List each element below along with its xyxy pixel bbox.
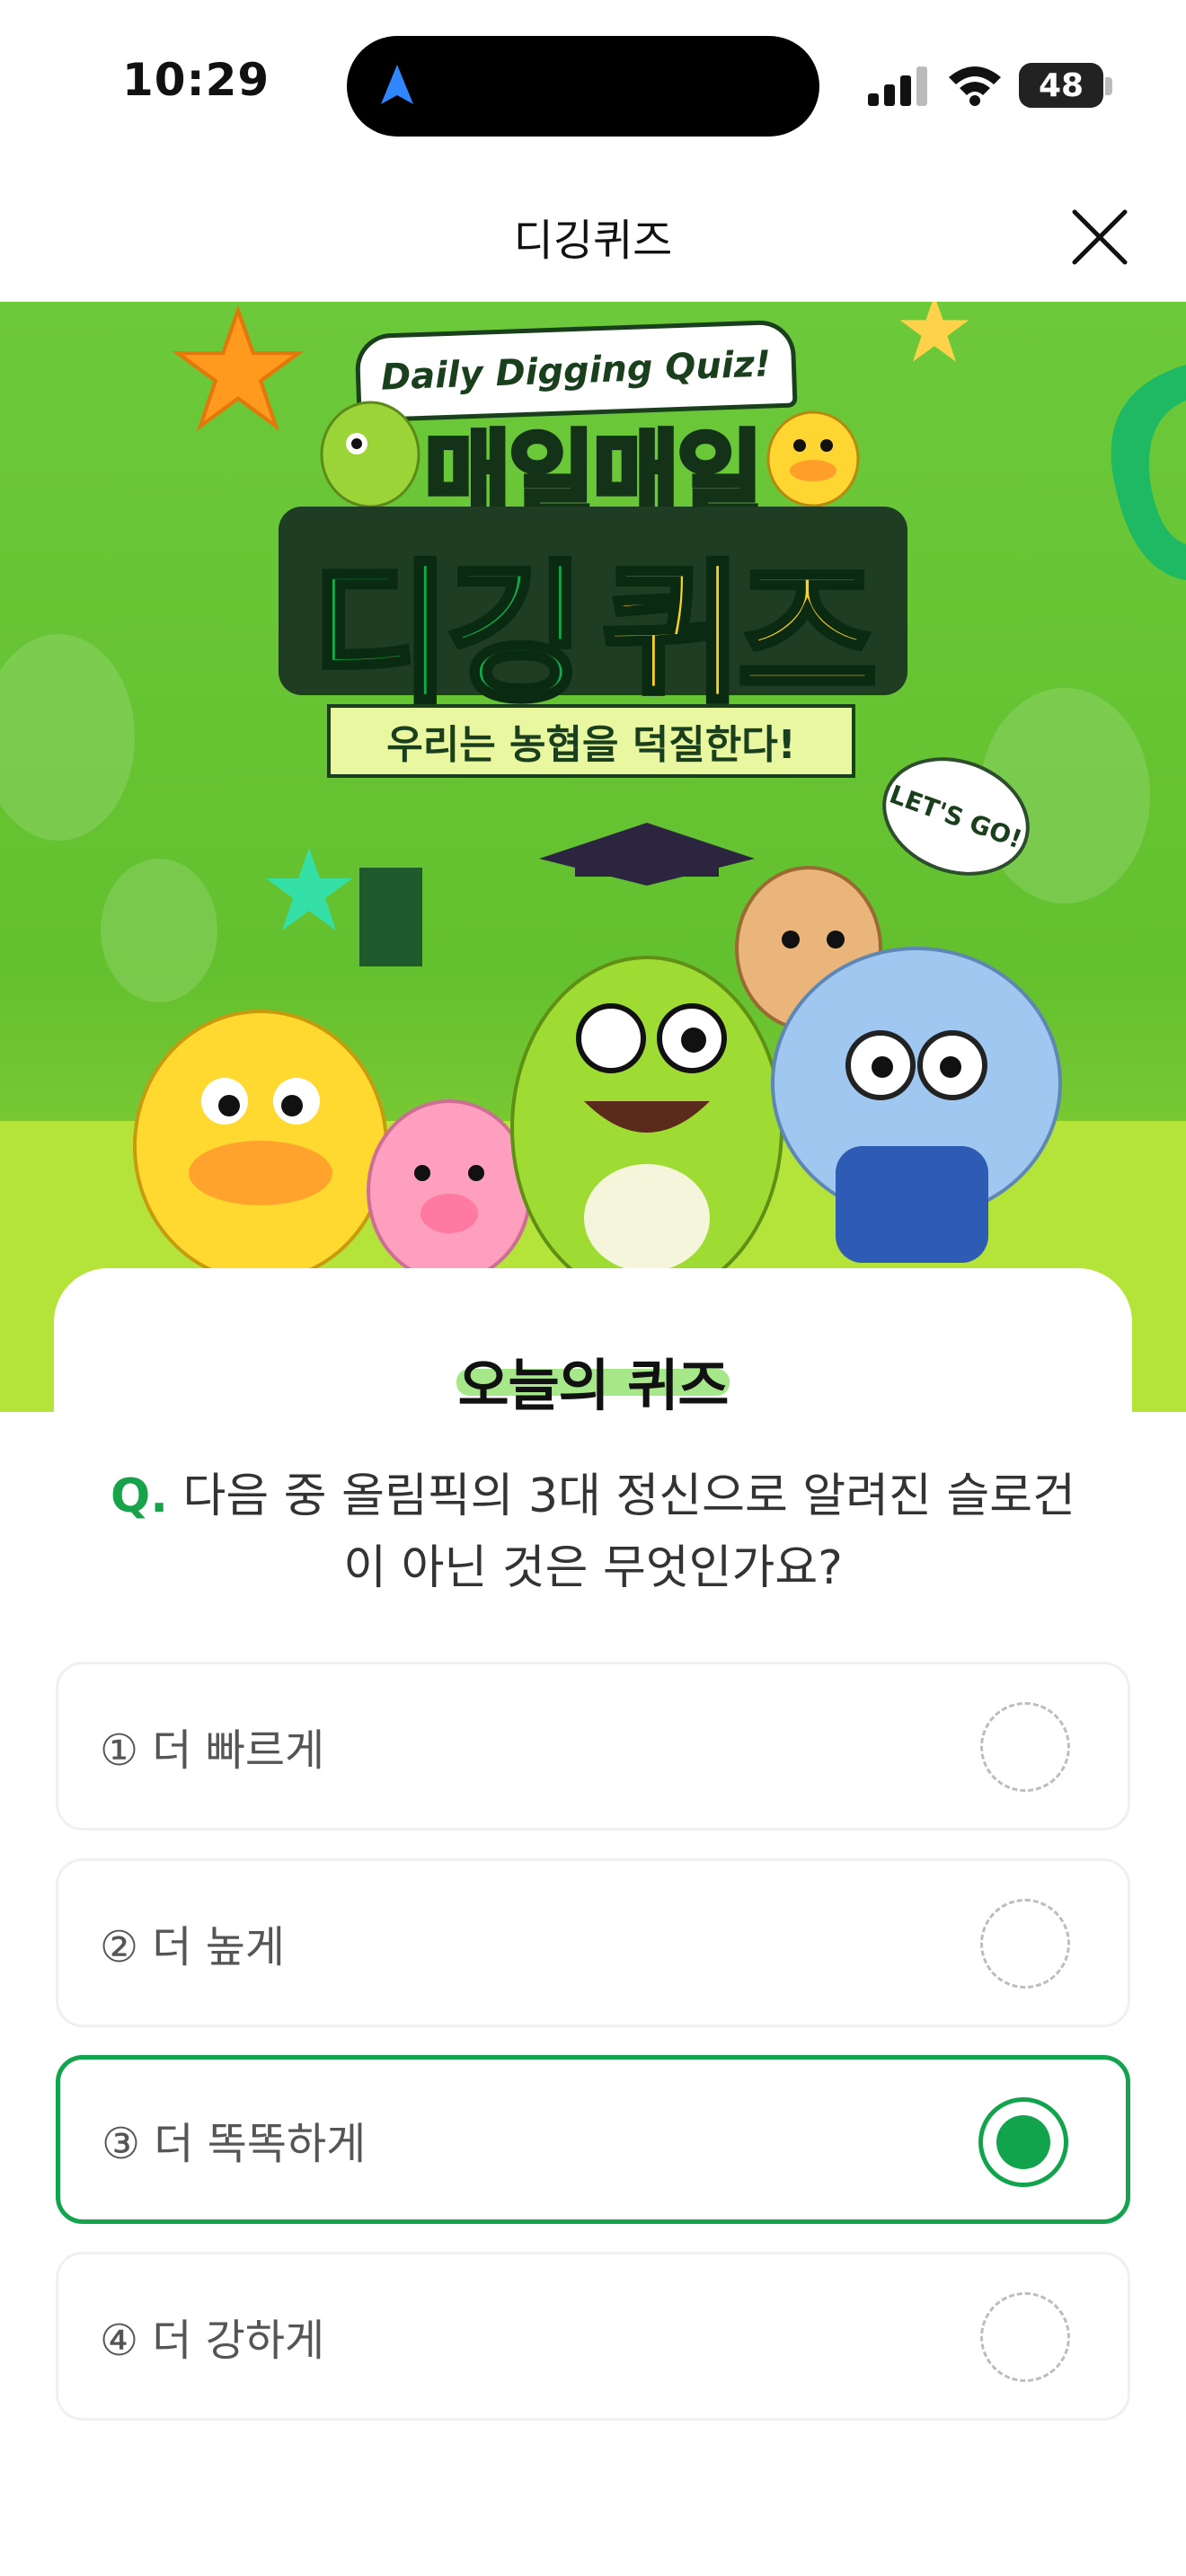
battery-level: 48	[1019, 63, 1103, 108]
banner-title-yellow: 퀴즈	[599, 543, 881, 727]
star-icon	[899, 302, 969, 362]
banner-subtitle: 우리는 농협을 덕질한다!	[327, 704, 855, 778]
radio-button-unchecked[interactable]	[980, 1702, 1070, 1792]
option-label: ② 더 높게	[100, 1922, 286, 1972]
mascot-characters	[133, 823, 1062, 1301]
quiz-banner: Daily Digging Quiz! 매일매일 디깅 퀴즈 우리는 농협을 덕…	[0, 302, 1186, 1412]
wifi-icon	[949, 66, 1001, 106]
quiz-option-1[interactable]: ① 더 빠르게	[56, 1662, 1130, 1831]
quiz-card-title: 오늘의 퀴즈	[457, 1353, 730, 1418]
star-icon	[172, 305, 305, 431]
banner-title-green: 디깅	[308, 543, 589, 727]
radio-button-unchecked[interactable]	[980, 1899, 1070, 1989]
ribbon-decoration	[1111, 365, 1186, 580]
option-label: ① 더 빠르게	[100, 1725, 325, 1776]
question-mark: Q.	[111, 1469, 169, 1523]
quiz-option-3[interactable]: ③ 더 똑똑하게	[56, 2055, 1130, 2224]
page-title: 디깅퀴즈	[513, 216, 673, 266]
page-header: 디깅퀴즈	[0, 171, 1186, 302]
navigation-arrow-icon	[381, 65, 413, 104]
radio-button-checked[interactable]	[978, 2097, 1068, 2187]
quiz-question: Q. 다음 중 올림픽의 3대 정신으로 알려진 슬로건이 아닌 것은 무엇인가…	[108, 1460, 1078, 1604]
option-label: ③ 더 똑똑하게	[102, 2119, 367, 2169]
battery-tip	[1105, 77, 1112, 95]
status-bar: 10:29 48	[0, 0, 1186, 171]
quiz-option-4[interactable]: ④ 더 강하게	[56, 2252, 1130, 2421]
banner-title-line2: 디깅 퀴즈	[279, 507, 907, 727]
option-label: ④ 더 강하게	[100, 2316, 325, 2366]
balloon-decoration	[0, 634, 135, 841]
dynamic-island	[347, 36, 819, 137]
quiz-option-2[interactable]: ② 더 높게	[56, 1858, 1130, 2027]
status-time: 10:29	[122, 54, 270, 106]
radio-button-unchecked[interactable]	[980, 2292, 1070, 2382]
cellular-signal-icon	[868, 66, 927, 106]
close-icon[interactable]	[1066, 203, 1134, 271]
question-text: 다음 중 올림픽의 3대 정신으로 알려진 슬로건이 아닌 것은 무엇인가요?	[182, 1469, 1075, 1595]
